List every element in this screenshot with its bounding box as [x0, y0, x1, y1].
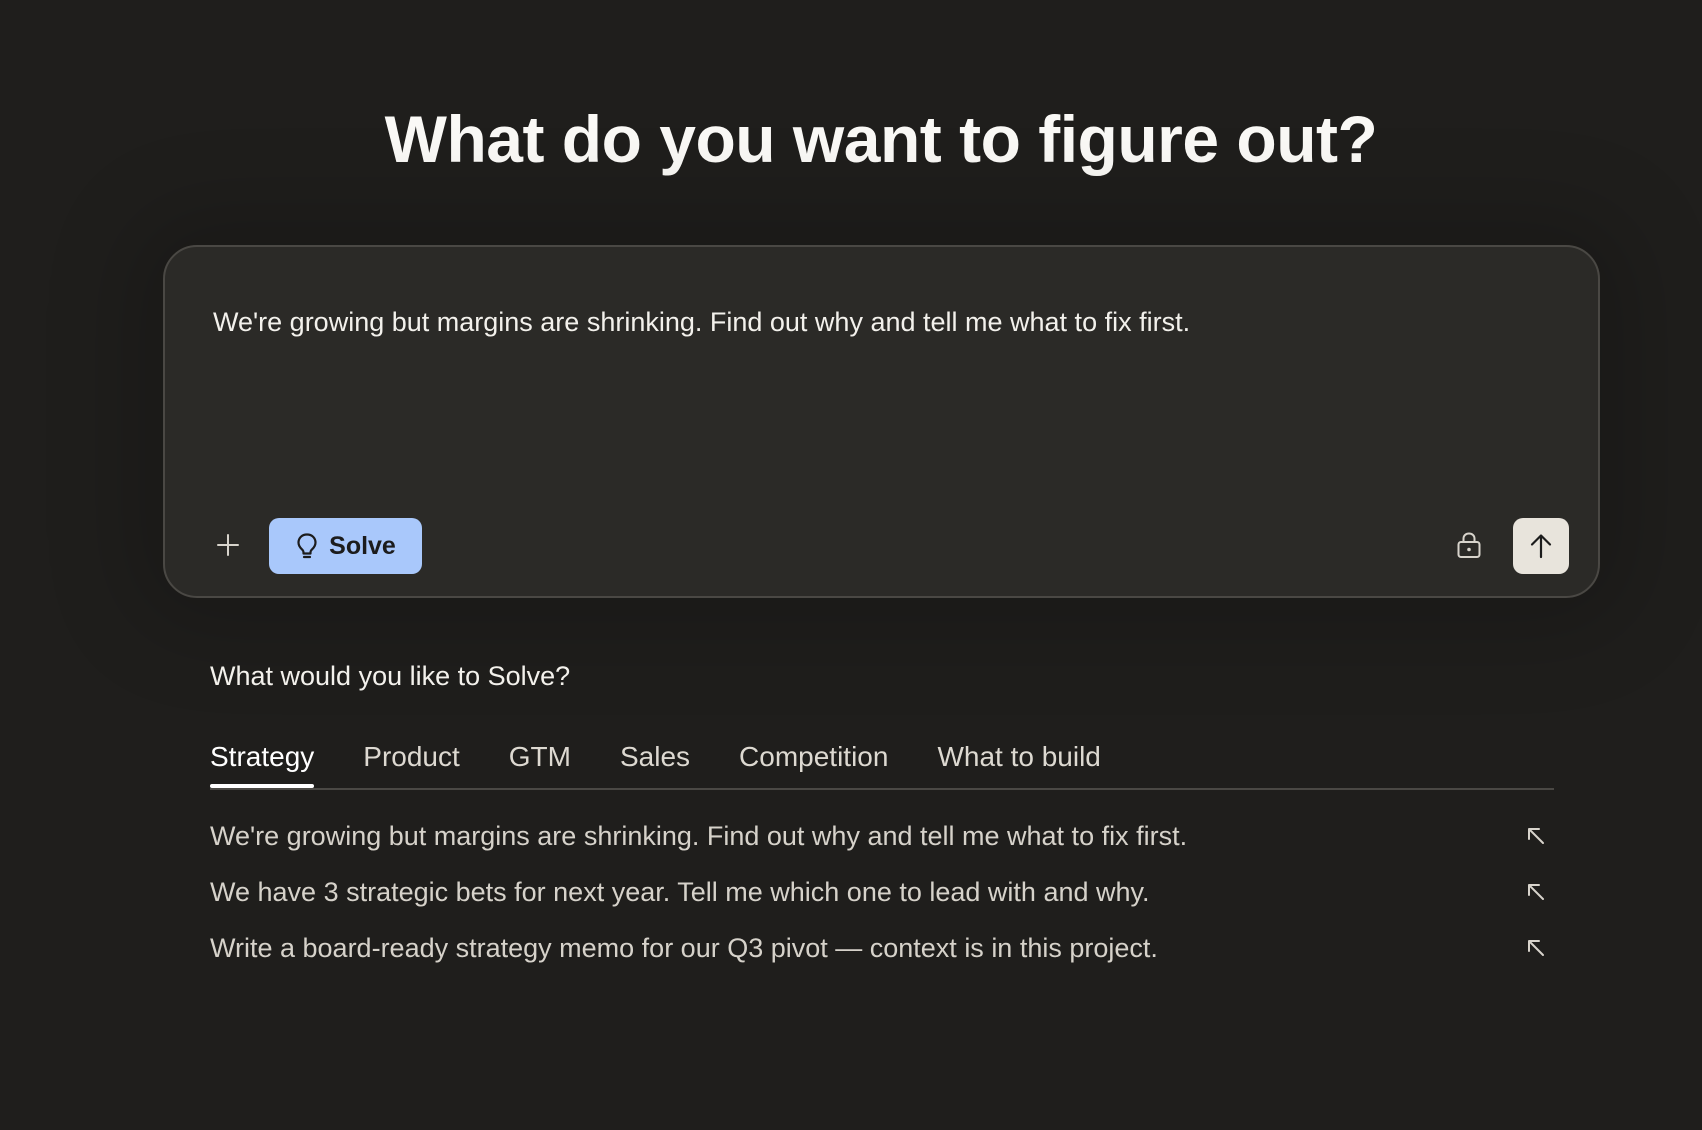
arrow-up-left-icon	[1524, 824, 1548, 848]
suggestion-item[interactable]: We have 3 strategic bets for next year. …	[210, 864, 1554, 920]
arrow-up-icon	[1529, 533, 1553, 559]
arrow-up-left-icon	[1524, 880, 1548, 904]
tab-product[interactable]: Product	[363, 736, 460, 786]
tab-competition[interactable]: Competition	[739, 736, 888, 786]
lightbulb-icon	[295, 532, 319, 560]
suggestion-text: Write a board-ready strategy memo for ou…	[210, 932, 1158, 963]
send-button[interactable]	[1513, 518, 1569, 574]
plus-icon	[216, 533, 240, 557]
solve-mode-button[interactable]: Solve	[269, 518, 422, 574]
tab-what-to-build[interactable]: What to build	[937, 736, 1100, 786]
suggestion-list: We're growing but margins are shrinking.…	[210, 808, 1554, 976]
suggestion-tabs: Strategy Product GTM Sales Competition W…	[210, 736, 1554, 790]
suggestion-text: We're growing but margins are shrinking.…	[210, 820, 1188, 851]
page-title: What do you want to figure out?	[384, 102, 1378, 176]
tab-gtm[interactable]: GTM	[509, 736, 571, 786]
tab-strategy[interactable]: Strategy	[210, 736, 315, 788]
suggestion-item[interactable]: Write a board-ready strategy memo for ou…	[210, 920, 1554, 976]
suggestions-heading: What would you like to Solve?	[210, 661, 571, 691]
add-attachment-button[interactable]	[209, 526, 247, 564]
arrow-up-left-icon	[1524, 936, 1548, 960]
page: What do you want to figure out? We're gr…	[0, 0, 1702, 1130]
prompt-input[interactable]: We're growing but margins are shrinking.…	[213, 303, 1533, 453]
prompt-composer: We're growing but margins are shrinking.…	[163, 245, 1600, 598]
solve-label: Solve	[329, 531, 396, 560]
suggestion-item[interactable]: We're growing but margins are shrinking.…	[210, 808, 1554, 864]
privacy-lock-button[interactable]	[1450, 526, 1488, 564]
lock-icon	[1456, 531, 1482, 559]
suggestion-text: We have 3 strategic bets for next year. …	[210, 876, 1150, 907]
tab-sales[interactable]: Sales	[620, 736, 690, 786]
